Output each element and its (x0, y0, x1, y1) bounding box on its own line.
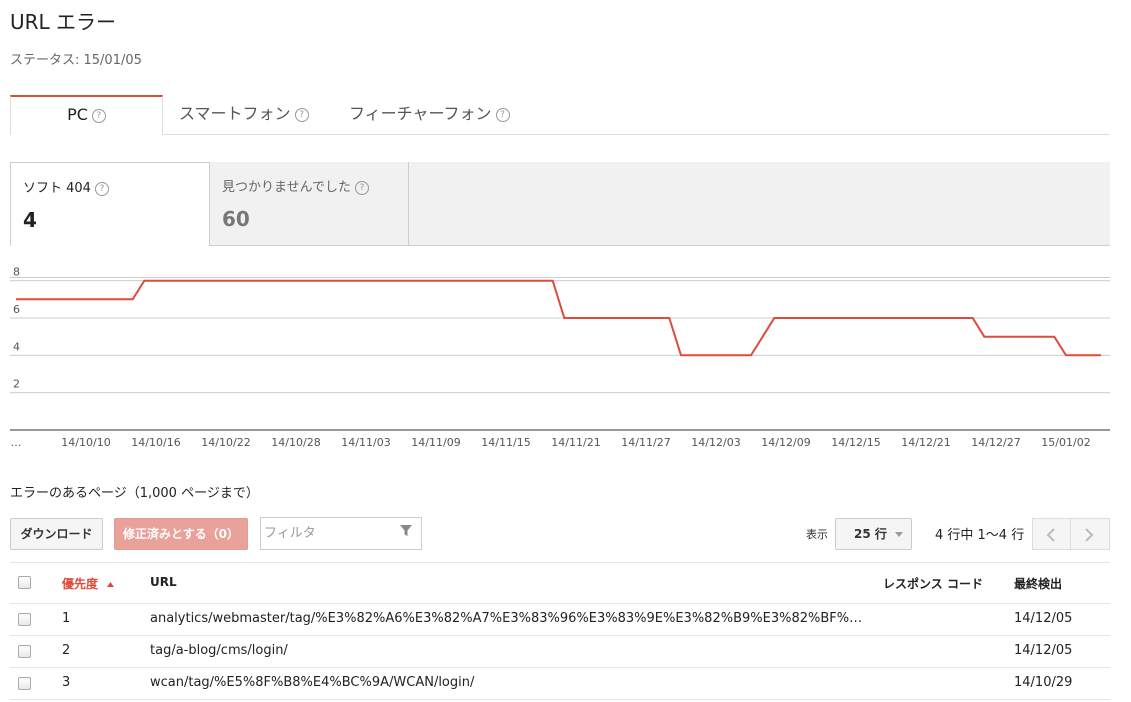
filter-icon[interactable] (399, 524, 413, 538)
x-tick-label: 14/12/21 (901, 436, 950, 449)
y-tick-label: 8 (13, 266, 20, 279)
column-header-response-code[interactable]: レスポンス コード (883, 575, 983, 592)
tab-smartphone-label: スマートフォン (179, 104, 291, 123)
row-last-detected: 14/10/29 (1014, 675, 1073, 690)
error-pages-table: 優先度 URL レスポンス コード 最終検出 1 analytics/webma… (10, 562, 1110, 700)
tab-pc-label: PC (67, 105, 88, 124)
row-checkbox[interactable] (18, 677, 31, 690)
y-tick-label: 6 (13, 303, 20, 316)
column-header-priority-label: 優先度 (62, 577, 99, 591)
help-icon[interactable]: ? (294, 107, 309, 122)
column-header-priority[interactable]: 優先度 (62, 575, 115, 592)
mark-fixed-button[interactable]: 修正済みとする（0） (114, 518, 248, 550)
row-priority: 1 (62, 611, 71, 626)
table-section-heading: エラーのあるページ（1,000 ページまで） (10, 486, 259, 501)
x-tick-label: 14/11/03 (341, 436, 390, 449)
x-tick-label: 14/12/03 (691, 436, 740, 449)
row-url[interactable]: tag/a-blog/cms/login/ (150, 643, 870, 658)
chevron-right-icon (1085, 528, 1094, 542)
x-tick-label: 14/12/27 (971, 436, 1020, 449)
tab-pc[interactable]: PC? (10, 95, 163, 135)
status-date: ステータス: 15/01/05 (10, 53, 142, 68)
chevron-left-icon (1046, 528, 1055, 542)
help-icon[interactable]: ? (354, 180, 369, 195)
row-url[interactable]: wcan/tag/%E5%8F%B8%E4%BC%9A/WCAN/login/ (150, 675, 870, 690)
rows-per-page-select[interactable]: 25 行 (835, 518, 912, 550)
sort-ascending-icon (107, 582, 115, 587)
card-soft-404-count: 4 (23, 208, 37, 232)
help-icon[interactable]: ? (91, 108, 106, 123)
y-tick-label: 4 (13, 340, 20, 353)
help-icon[interactable]: ? (495, 107, 510, 122)
x-tick-label: 14/11/27 (621, 436, 670, 449)
x-tick-label: 15/01/02 (1041, 436, 1090, 449)
table-row[interactable]: 3 wcan/tag/%E5%8F%B8%E4%BC%9A/WCAN/login… (10, 668, 1110, 700)
x-tick-label: 14/10/16 (131, 436, 180, 449)
card-not-found-label: 見つかりませんでした (222, 180, 351, 195)
filter-box (260, 517, 422, 550)
error-trend-chart: 2 4 6 8 … 14/10/10 14/10/16 14/10/22 14/10/28 14… (10, 266, 1110, 449)
table-row[interactable]: 1 analytics/webmaster/tag/%E3%82%A6%E3%8… (10, 604, 1110, 636)
x-tick-label: 14/11/09 (411, 436, 460, 449)
card-soft-404-label: ソフト 404 (23, 181, 91, 196)
select-all-checkbox[interactable] (18, 576, 31, 589)
x-tick-label: 14/10/28 (271, 436, 320, 449)
table-header-row: 優先度 URL レスポンス コード 最終検出 (10, 563, 1110, 604)
column-header-url[interactable]: URL (150, 575, 177, 589)
x-tick-label: … (11, 436, 22, 449)
rows-show-label: 表示 (806, 528, 828, 541)
row-last-detected: 14/12/05 (1014, 611, 1073, 626)
page-title: URL エラー (10, 10, 117, 34)
x-tick-label: 14/12/15 (831, 436, 880, 449)
x-tick-label: 14/10/10 (61, 436, 110, 449)
row-priority: 2 (62, 643, 71, 658)
download-button[interactable]: ダウンロード (10, 518, 103, 550)
tab-feature-phone-label: フィーチャーフォン (349, 104, 492, 123)
x-tick-label: 14/11/15 (481, 436, 530, 449)
tab-feature-phone[interactable]: フィーチャーフォン? (349, 95, 510, 133)
x-tick-label: 14/12/09 (761, 436, 810, 449)
card-soft-404[interactable]: ソフト 404? 4 (10, 162, 210, 246)
row-checkbox[interactable] (18, 645, 31, 658)
device-tabs: PC? スマートフォン? フィーチャーフォン? (10, 95, 1110, 135)
table-row[interactable]: 2 tag/a-blog/cms/login/ 14/12/05 (10, 636, 1110, 668)
rows-per-page-value: 25 行 (854, 527, 887, 541)
row-url[interactable]: analytics/webmaster/tag/%E3%82%A6%E3%82%… (150, 611, 870, 626)
row-checkbox[interactable] (18, 613, 31, 626)
y-tick-label: 2 (13, 378, 20, 391)
row-priority: 3 (62, 675, 71, 690)
row-last-detected: 14/12/05 (1014, 643, 1073, 658)
filter-input[interactable] (261, 518, 394, 548)
next-page-button[interactable] (1070, 518, 1110, 550)
x-tick-label: 14/11/21 (551, 436, 600, 449)
column-header-last-detected[interactable]: 最終検出 (1014, 575, 1062, 592)
help-icon[interactable]: ? (94, 181, 109, 196)
error-type-cards: ソフト 404? 4 見つかりませんでした? 60 (10, 162, 1110, 246)
prev-page-button[interactable] (1032, 518, 1071, 550)
tab-smartphone[interactable]: スマートフォン? (179, 95, 309, 133)
pagination-range: 4 行中 1〜4 行 (935, 528, 1025, 543)
card-not-found[interactable]: 見つかりませんでした? 60 (210, 162, 409, 245)
x-tick-label: 14/10/22 (201, 436, 250, 449)
chevron-down-icon (895, 532, 904, 537)
card-not-found-count: 60 (222, 207, 250, 231)
